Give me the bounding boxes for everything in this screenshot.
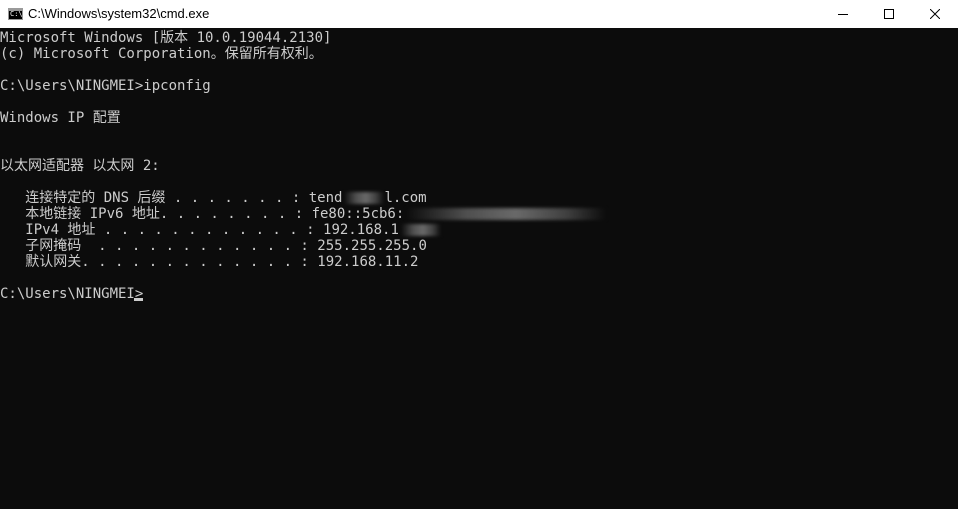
redacted-blur (344, 192, 385, 204)
banner-version-line: Microsoft Windows [版本 10.0.19044.2130] (0, 30, 332, 46)
console-output[interactable]: Microsoft Windows [版本 10.0.19044.2130] (… (0, 28, 958, 509)
ipv4-row: IPv4 地址 . . . . . . . . . . . . : 192.16… (0, 222, 441, 238)
default-gateway-value: 192.168.11.2 (317, 254, 419, 270)
window-title: C:\Windows\system32\cmd.exe (28, 6, 210, 21)
ipv6-label: 本地链接 IPv6 地址. . . . . . . . : (0, 206, 312, 222)
subnet-mask-row: 子网掩码 . . . . . . . . . . . . : 255.255.2… (0, 238, 427, 254)
dns-suffix-row: 连接特定的 DNS 后缀 . . . . . . . : tend l.com (0, 190, 427, 206)
command-prompt-line[interactable]: C:\Users\NINGMEI> (0, 286, 143, 302)
ipv6-row: 本地链接 IPv6 地址. . . . . . . . : fe80::5cb6… (0, 206, 607, 222)
minimize-icon (838, 14, 848, 15)
ip-config-heading: Windows IP 配置 (0, 110, 121, 126)
minimize-button[interactable] (820, 0, 866, 28)
dns-suffix-label: 连接特定的 DNS 后缀 . . . . . . . : (0, 190, 309, 206)
default-gateway-label: 默认网关. . . . . . . . . . . . . : (0, 254, 318, 270)
redacted-blur (406, 208, 607, 220)
subnet-mask-label: 子网掩码 . . . . . . . . . . . . : (0, 238, 318, 254)
default-gateway-row: 默认网关. . . . . . . . . . . . . : 192.168.… (0, 254, 418, 270)
adapter-heading: 以太网适配器 以太网 2: (0, 158, 160, 174)
cmd-app-icon[interactable]: C:\ (8, 8, 23, 20)
title-bar[interactable]: C:\ C:\Windows\system32\cmd.exe (0, 0, 958, 28)
banner-copyright-line: (c) Microsoft Corporation。保留所有权利。 (0, 46, 323, 62)
close-icon (930, 9, 940, 19)
ipv4-label: IPv4 地址 . . . . . . . . . . . . : (0, 222, 324, 238)
ipv6-value: fe80::5cb6: (311, 206, 405, 222)
subnet-mask-value: 255.255.255.0 (317, 238, 427, 254)
maximize-button[interactable] (866, 0, 912, 28)
cmd-app-icon-text: C:\ (10, 10, 23, 18)
command-prompt-line: C:\Users\NINGMEI>ipconfig (0, 78, 211, 94)
text-cursor (134, 298, 143, 301)
dns-suffix-value: tend (308, 190, 343, 206)
redacted-blur (400, 224, 441, 236)
maximize-icon (884, 9, 894, 19)
close-button[interactable] (912, 0, 958, 28)
ipv4-value: 192.168.1 (323, 222, 399, 238)
dns-suffix-value-tail: l.com (384, 190, 427, 206)
